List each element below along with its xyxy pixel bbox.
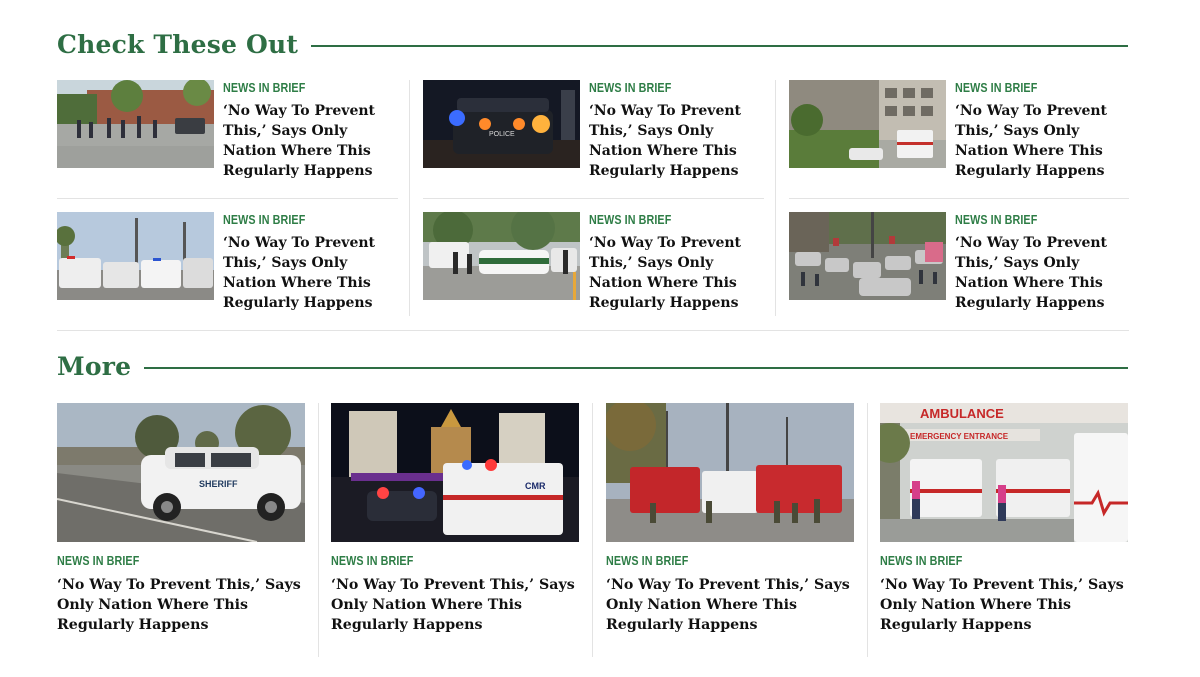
kicker-news-in-brief[interactable]: News in Brief xyxy=(606,554,819,568)
column-divider xyxy=(867,403,868,657)
kicker-news-in-brief[interactable]: News in Brief xyxy=(955,213,1105,227)
row-divider xyxy=(423,198,764,199)
more-header: More xyxy=(57,352,1128,381)
check-these-out-header: Check These Out xyxy=(57,30,1128,59)
row-divider xyxy=(789,198,1129,199)
article-card[interactable]: SHERIFF News in Brief ‘No Way To Prevent… xyxy=(57,403,305,635)
sheriff-suv-photo[interactable]: SHERIFF xyxy=(57,403,305,542)
section-rule xyxy=(311,44,1128,47)
police-car-night-photo[interactable]: POLICE xyxy=(423,80,580,168)
section-divider xyxy=(57,330,1129,331)
article-headline[interactable]: ‘No Way To Prevent This,’ Says Only Nati… xyxy=(331,575,575,635)
kicker-news-in-brief[interactable]: News in Brief xyxy=(223,213,373,227)
fire-trucks-street-photo[interactable] xyxy=(606,403,854,542)
kicker-news-in-brief[interactable]: News in Brief xyxy=(223,81,373,95)
article-headline[interactable]: ‘No Way To Prevent This,’ Says Only Nati… xyxy=(606,575,850,635)
article-headline[interactable]: ‘No Way To Prevent This,’ Says Only Nati… xyxy=(57,575,301,635)
section-title-more: More xyxy=(57,352,132,381)
article-card[interactable]: POLICE News in Brief ‘No Way To Prevent … xyxy=(423,80,763,179)
article-card[interactable]: News in Brief ‘No Way To Prevent This,’ … xyxy=(789,80,1129,179)
kicker-news-in-brief[interactable]: News in Brief xyxy=(955,81,1105,95)
article-card[interactable]: News in Brief ‘No Way To Prevent This,’ … xyxy=(57,80,397,179)
school-evacuation-photo[interactable] xyxy=(57,80,214,168)
article-headline[interactable]: ‘No Way To Prevent This,’ Says Only Nati… xyxy=(955,101,1129,181)
emergency-vehicles-street-photo[interactable] xyxy=(57,212,214,300)
column-divider xyxy=(318,403,319,657)
article-headline[interactable]: ‘No Way To Prevent This,’ Says Only Nati… xyxy=(223,233,397,313)
las-vegas-night-ambulance-photo[interactable]: CMR xyxy=(331,403,579,542)
svg-text:SHERIFF: SHERIFF xyxy=(199,479,238,489)
crowded-parking-lot-photo[interactable] xyxy=(789,212,946,300)
article-card[interactable]: CMR News in Brief ‘No Way To Prevent Thi… xyxy=(331,403,579,635)
article-card[interactable]: AMBULANCE EMERGENCY ENTRANCE News in Bri… xyxy=(880,403,1128,635)
article-headline[interactable]: ‘No Way To Prevent This,’ Says Only Nati… xyxy=(880,575,1124,635)
article-headline[interactable]: ‘No Way To Prevent This,’ Says Only Nati… xyxy=(589,101,763,181)
kicker-news-in-brief[interactable]: News in Brief xyxy=(589,213,739,227)
column-divider xyxy=(592,403,593,657)
article-card[interactable]: News in Brief ‘No Way To Prevent This,’ … xyxy=(789,212,1129,311)
border-patrol-roadblock-photo[interactable] xyxy=(423,212,580,300)
article-card[interactable]: News in Brief ‘No Way To Prevent This,’ … xyxy=(606,403,854,635)
svg-text:POLICE: POLICE xyxy=(489,131,515,138)
svg-text:CMR: CMR xyxy=(525,481,546,491)
article-card[interactable]: News in Brief ‘No Way To Prevent This,’ … xyxy=(423,212,763,311)
svg-text:EMERGENCY ENTRANCE: EMERGENCY ENTRANCE xyxy=(910,432,1009,441)
article-card[interactable]: News in Brief ‘No Way To Prevent This,’ … xyxy=(57,212,397,311)
kicker-news-in-brief[interactable]: News in Brief xyxy=(57,554,270,568)
row-divider xyxy=(57,198,398,199)
column-divider xyxy=(775,80,776,316)
section-rule xyxy=(144,366,1128,369)
ambulance-building-photo[interactable] xyxy=(789,80,946,168)
kicker-news-in-brief[interactable]: News in Brief xyxy=(880,554,1093,568)
section-title-check-these-out: Check These Out xyxy=(57,30,299,59)
article-headline[interactable]: ‘No Way To Prevent This,’ Says Only Nati… xyxy=(955,233,1129,313)
article-headline[interactable]: ‘No Way To Prevent This,’ Says Only Nati… xyxy=(223,101,397,181)
kicker-news-in-brief[interactable]: News in Brief xyxy=(331,554,544,568)
column-divider xyxy=(409,80,410,316)
svg-text:AMBULANCE: AMBULANCE xyxy=(920,406,1004,421)
hospital-ambulance-entrance-photo[interactable]: AMBULANCE EMERGENCY ENTRANCE xyxy=(880,403,1128,542)
kicker-news-in-brief[interactable]: News in Brief xyxy=(589,81,739,95)
article-headline[interactable]: ‘No Way To Prevent This,’ Says Only Nati… xyxy=(589,233,763,313)
